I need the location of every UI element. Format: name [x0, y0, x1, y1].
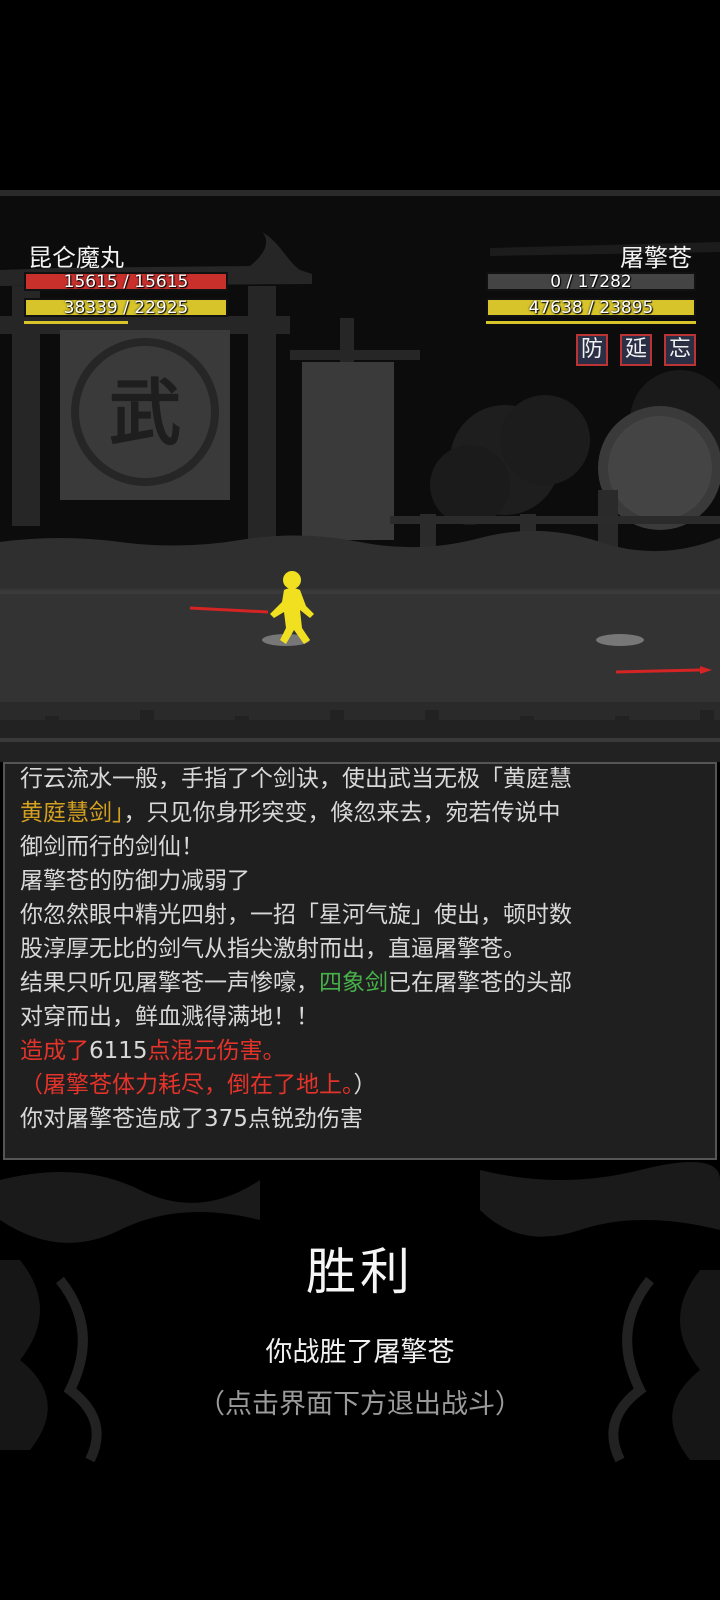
player-mp-text: 38339 / 22925 [63, 298, 189, 318]
battle-scene: 武 昆仑魔丸 15615 / 15615 38339 / 22925 屠擎苍 0… [0, 190, 720, 762]
log-line: 屠擎苍的防御力减弱了 [20, 864, 703, 898]
battle-log-lines: 行云流水一般，手指了个剑诀，使出武当无极「黄庭慧 黄庭慧剑」，只见你身形突变，倏… [20, 764, 703, 1136]
log-line: 你忽然眼中精光四射，一招「星河气旋」使出，顿时数 [20, 898, 703, 932]
log-segment: ） [353, 1072, 377, 1098]
log-segment: 黄庭慧剑」 [20, 800, 124, 826]
player-turn-indicator [24, 321, 128, 324]
log-segment: （ [20, 1072, 43, 1098]
log-segment: 结果只听见屠擎苍一声惨嚎， [20, 970, 319, 996]
enemy-turn-indicator [486, 321, 696, 324]
player-name: 昆仑魔丸 [28, 244, 124, 272]
log-segment: 对穿而出，鲜血溅得满地！！ [20, 1004, 319, 1030]
victory-title: 胜利 [306, 1243, 414, 1301]
battle-log[interactable]: 行云流水一般，手指了个剑诀，使出武当无极「黄庭慧 黄庭慧剑」，只见你身形突变，倏… [3, 762, 717, 1160]
result-panel[interactable]: 胜利 你战胜了屠擎苍 （点击界面下方退出战斗） [0, 1160, 720, 1470]
log-segment: 造成了 [20, 1038, 89, 1064]
log-line: 结果只听见屠擎苍一声惨嚎，四象剑已在屠擎苍的头部 [20, 966, 703, 1000]
enemy-mp-bar: 47638 / 23895 [486, 298, 696, 318]
log-line: 股淳厚无比的剑气从指尖激射而出，直逼屠擎苍。 [20, 932, 703, 966]
log-segment: 6115 [89, 1038, 148, 1064]
log-line: （屠擎苍体力耗尽，倒在了地上。） [20, 1068, 703, 1102]
enemy-mp-text: 47638 / 23895 [528, 298, 654, 318]
log-segment: 你忽然眼中精光四射，一招「星河气旋」使出，顿时数 [20, 902, 572, 928]
player-mp-bar: 38339 / 22925 [24, 298, 228, 318]
banner-glyph: 武 [109, 370, 181, 455]
enemy-hp-bar: 0 / 17282 [486, 272, 696, 292]
exit-battle-hint[interactable]: （点击界面下方退出战斗） [0, 1382, 720, 1421]
player-figure [270, 571, 314, 644]
log-segment: 屠擎苍的防御力减弱了 [20, 868, 250, 894]
log-line-cut: 行云流水一般，手指了个剑诀，使出武当无极「黄庭慧 [20, 766, 572, 792]
log-segment: 你对屠擎苍造成了375点锐劲伤害 [20, 1106, 363, 1132]
log-line: 对穿而出，鲜血溅得满地！！ [20, 1000, 703, 1034]
log-line: 造成了6115点混元伤害。 [20, 1034, 703, 1068]
status-forget-icon[interactable]: 忘 [664, 334, 696, 366]
player-hp-text: 15615 / 15615 [63, 272, 189, 292]
log-segment: 四象剑 [319, 970, 388, 996]
ink-swirl-background [0, 1162, 720, 1463]
log-line-container: 黄庭慧剑」，只见你身形突变，倏忽来去，宛若传说中御剑而行的剑仙！ 屠擎苍的防御力减… [20, 796, 703, 1136]
log-segment: 点混元伤害。 [147, 1038, 286, 1064]
log-segment: 屠擎苍体力耗尽，倒在了地上。 [43, 1072, 354, 1098]
status-delay-icon[interactable]: 延 [620, 334, 652, 366]
log-segment: 已在屠擎苍的头部 [388, 970, 572, 996]
victory-message: 你战胜了屠擎苍 [265, 1337, 455, 1368]
log-line: 御剑而行的剑仙！ [20, 830, 703, 864]
enemy-name: 屠擎苍 [620, 244, 692, 272]
log-line: 黄庭慧剑」，只见你身形突变，倏忽来去，宛若传说中 [20, 796, 703, 830]
player-hp-bar: 15615 / 15615 [24, 272, 228, 292]
status-defense-icon[interactable]: 防 [576, 334, 608, 366]
log-segment: 股淳厚无比的剑气从指尖激射而出，直逼屠擎苍。 [20, 936, 526, 962]
log-line: 你对屠擎苍造成了375点锐劲伤害 [20, 1102, 703, 1136]
log-segment: ，只见你身形突变，倏忽来去，宛若传说中 [123, 800, 561, 826]
enemy-hp-text: 0 / 17282 [550, 272, 632, 292]
log-segment: 御剑而行的剑仙！ [20, 834, 204, 860]
